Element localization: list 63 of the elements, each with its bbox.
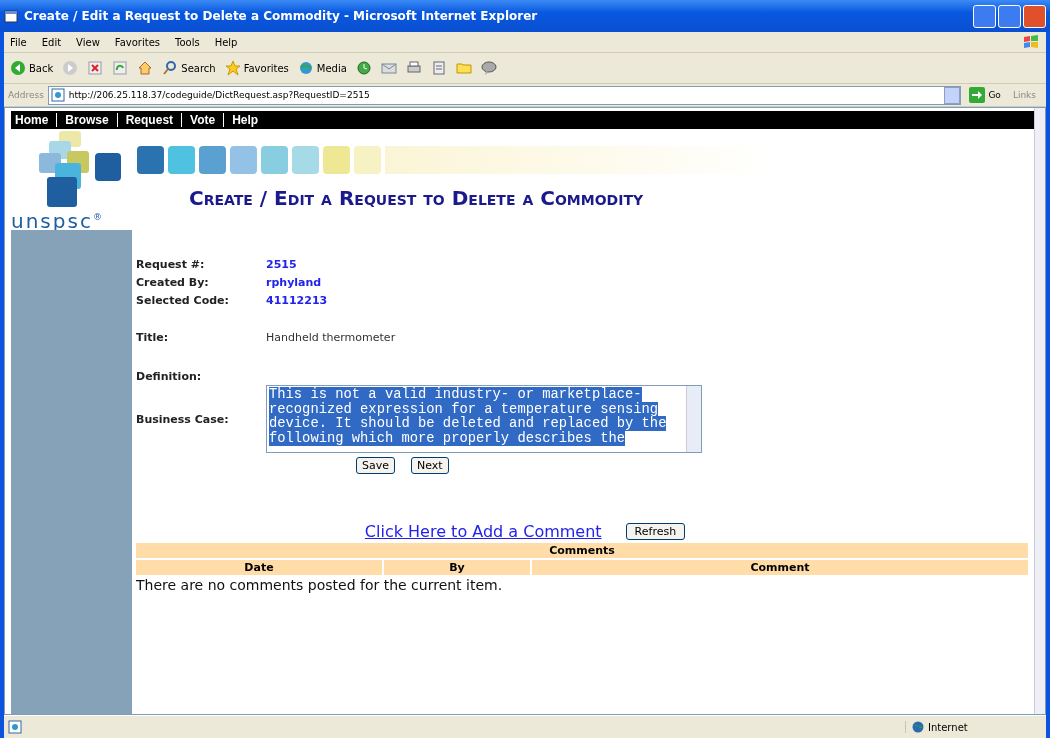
menu-item[interactable]: Favorites [114,36,160,48]
back-button[interactable]: Back [10,60,54,76]
nav-link[interactable]: Vote [181,113,216,127]
form-button[interactable]: Save [356,457,395,474]
windows-flag-icon [1022,33,1040,51]
empty-message: There are no comments posted for the current item. [136,577,504,593]
menu-item[interactable]: Help [214,36,238,48]
field-value: 2515 [266,258,298,271]
field-label: Title: [136,331,170,344]
nav-link[interactable]: Request [116,113,174,127]
star-icon [224,60,241,76]
column-header: Date [136,560,382,575]
zone-label: Internet [928,721,968,733]
back-icon [10,60,26,76]
field-label: Business Case: [136,412,230,426]
nav-link[interactable]: Browse [56,113,109,127]
minimize-button[interactable] [973,4,996,28]
page-icon [4,9,18,23]
globe-button[interactable]: Media [297,60,347,76]
go-button[interactable]: Go [965,87,1009,103]
column-header: Comment [532,560,1028,575]
field-value: 41112213 [266,294,328,307]
field-label: Definition: [136,370,203,383]
chat-icon[interactable] [480,60,497,76]
document-icon[interactable] [430,60,447,76]
field-value: rphyland [266,276,323,289]
maximize-button[interactable] [998,4,1021,28]
field-label: Selected Code: [136,294,230,307]
form-button[interactable]: Next [411,457,449,474]
menu-item[interactable]: Tools [175,36,200,48]
window-title: Create / Edit a Request to Delete a Commodity - Microsoft Internet Explorer [24,9,539,23]
search-button[interactable]: Search [162,60,216,76]
refresh-button[interactable]: Refresh [625,523,686,540]
column-header: By [384,560,530,575]
envelope-icon[interactable] [380,60,397,76]
globe-icon [912,721,924,733]
search-icon [162,60,179,76]
menu-item[interactable]: View [76,36,100,48]
address-field[interactable]: http://206.25.118.37/codeguide/DictRequest.asp?RequestID=2515 [47,85,962,105]
clock-icon[interactable] [355,60,372,76]
nav-link[interactable]: Help [223,113,259,127]
stop-icon[interactable] [87,60,104,76]
printer-icon[interactable] [405,60,422,76]
page-heading: Create / Edit a Request to Delete a Commodity [189,186,645,210]
globe-icon [297,60,314,76]
add-comment-link[interactable]: Click Here to Add a Comment [364,522,602,541]
logo-text: unspsc$^{®}$ [11,207,102,231]
star-button[interactable]: Favorites [224,60,289,76]
field-label: Created By: [136,276,210,289]
nav-link[interactable]: Home [15,113,49,127]
table-title: Comments [136,543,1028,558]
address-label: Address [8,90,44,100]
business-case-field[interactable]: This is not a valid industry- or marketplace-recognized expression for a temperature sensing device. It should be deleted and replaced by the following which more properly describes the [266,385,702,453]
dropdown-button[interactable] [944,86,961,104]
home-icon[interactable] [137,60,154,76]
refresh-icon[interactable] [112,60,129,76]
page-icon [50,88,65,102]
page-icon [8,720,22,734]
menu-item[interactable]: Edit [41,36,62,48]
field-value: Handheld thermometer [266,331,396,344]
field-label: Request #: [136,258,206,271]
close-button[interactable] [1023,4,1046,28]
menu-item[interactable]: File [10,36,27,48]
